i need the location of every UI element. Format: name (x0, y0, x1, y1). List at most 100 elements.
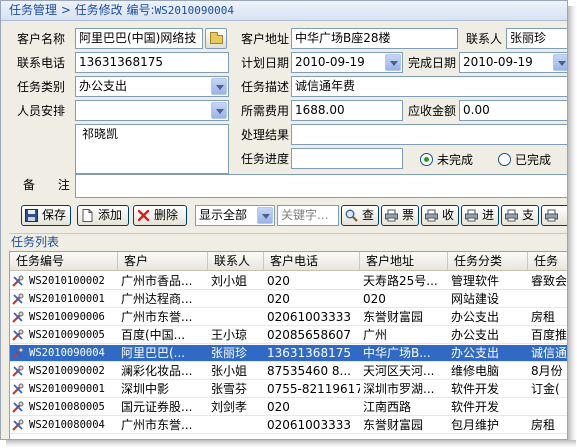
table-cell-addr: 东誉财富园 (363, 310, 424, 324)
col-header[interactable]: 任务分类 (448, 252, 528, 271)
table-row[interactable]: WS2010090001 深圳中影 张雪芬 0755-82119617 深圳市罗湖...… (10, 381, 567, 397)
table-cell-code: WS2010090001 (29, 383, 105, 395)
row-divider (10, 343, 567, 344)
save-button-label: 保存 (42, 208, 67, 222)
table-cell-task: 睿致会 (531, 274, 568, 288)
phone-field[interactable]: 13631368175 (75, 52, 229, 73)
chevron-down-icon[interactable] (553, 54, 567, 71)
receivable-field[interactable]: 0.00 (459, 100, 567, 121)
magnifier-icon (345, 209, 358, 222)
table-cell-contact: 张雪芬 (211, 382, 248, 396)
table-row[interactable]: WS2010090002 澜彩化妆品... 张小姐 87535460 8... 天河区天… (10, 363, 567, 379)
in-button-label: 进 (482, 208, 495, 222)
task-code: WS2010090004 (154, 4, 235, 17)
plan-date-picker[interactable]: 2010-09-19 (291, 52, 403, 73)
desc-field[interactable]: 诚信通年费 (291, 76, 567, 97)
table-cell-contact (208, 309, 264, 325)
remark-field[interactable] (75, 174, 567, 198)
staff-list-item[interactable]: 祁晓凯 (82, 127, 118, 141)
in-button[interactable]: 进 (461, 205, 499, 226)
staff-list[interactable]: 祁晓凯 (75, 124, 229, 174)
progress-field[interactable] (291, 148, 403, 169)
chevron-down-icon[interactable] (257, 207, 273, 224)
table-cell-cat: 维修电脑 (451, 364, 500, 378)
customer-address-field[interactable]: 中华广场B座28楼 (291, 28, 458, 49)
chevron-down-icon[interactable] (385, 54, 401, 71)
table-cell-customer: 国元证券股... (121, 400, 193, 414)
customer-name-field[interactable]: 阿里巴巴(中国)网络技 (75, 28, 203, 49)
incomplete-radio-label[interactable]: 未完成 (437, 152, 473, 168)
tools-icon (12, 365, 24, 377)
ticket-button[interactable]: 票 (381, 205, 419, 226)
table-row[interactable]: WS2010080005 国元证券股... 刘剑孝 020 江南西路 软件开发 (10, 399, 567, 415)
table-row[interactable]: WS2010100001 广州达程商... 020 020 网站建设 (10, 291, 567, 307)
delete-button[interactable]: 删除 (133, 205, 187, 226)
delete-button-label: 删除 (154, 208, 179, 222)
table-cell-tel: 020 (267, 292, 290, 306)
col-header[interactable]: 客户电话 (264, 252, 360, 271)
receive-button[interactable]: 收 (421, 205, 459, 226)
print-button[interactable] (541, 205, 567, 226)
chevron-down-icon[interactable] (211, 102, 227, 119)
row-divider (10, 433, 567, 434)
remark-label: 备 注 (23, 178, 70, 192)
cost-field[interactable]: 1688.00 (291, 100, 403, 121)
col-header[interactable]: 联系人 (208, 252, 264, 271)
complete-radio[interactable] (498, 153, 511, 166)
table-cell-tel: 020 (267, 274, 290, 288)
table-row[interactable]: WS2010090004 阿里巴巴(... 张丽珍 13631368175 中华广场B.… (10, 345, 568, 361)
table-cell-cat: 办公支出 (451, 310, 500, 324)
row-divider (10, 397, 567, 398)
table-cell-cat: 软件开发 (451, 382, 500, 396)
chevron-down-icon[interactable] (211, 78, 227, 95)
tools-icon (12, 419, 24, 431)
table-cell-addr: 东誉财富园 (363, 418, 424, 432)
table-cell-customer: 百度(中国... (121, 328, 186, 342)
table-row[interactable]: WS2010100002 广州市香品... 刘小姐 020 天寿路25号... 管理软件 睿… (10, 273, 568, 289)
add-button[interactable]: 添加 (77, 205, 129, 226)
category-select[interactable]: 办公支出 (75, 76, 229, 97)
row-divider (10, 289, 567, 290)
table-cell-code: WS2010090004 (29, 347, 105, 359)
result-field[interactable] (291, 124, 567, 145)
save-button[interactable]: 保存 (21, 205, 71, 226)
col-header[interactable]: 任务 (528, 252, 567, 271)
customer-name-label: 客户名称 (17, 32, 66, 46)
table-row[interactable]: WS2010090006 广州市东誉... 02061003333 东誉财富园 办公支出… (10, 309, 567, 325)
table-row[interactable]: WS2010080004 广州市东誉... 02061003333 东誉财富园 包月维护… (10, 417, 567, 433)
col-header[interactable]: 任务编号 (10, 252, 118, 271)
breadcrumb-text: 任务管理 > 任务修改 (9, 3, 123, 17)
table-cell-task: 8月份 (531, 364, 563, 378)
complete-radio-label[interactable]: 已完成 (515, 152, 551, 168)
contact-field[interactable]: 张丽珍 (506, 28, 567, 49)
table-cell-tel: 020 (267, 400, 290, 414)
table-cell-task: 百度推 (531, 328, 568, 342)
phone-label: 联系电话 (17, 56, 66, 70)
section-divider (9, 233, 567, 234)
contact-label: 联系人 (466, 32, 503, 46)
pay-button[interactable]: 支 (501, 205, 539, 226)
table-cell-code: WS2010090006 (29, 311, 105, 323)
table-cell-tel: 0755-82119617 (267, 382, 360, 396)
select-customer-button[interactable] (205, 28, 227, 49)
table-cell-code: WS2010100002 (29, 275, 105, 287)
table-cell-customer: 广州市东誉... (121, 310, 193, 324)
printer-icon (545, 209, 558, 222)
search-button[interactable]: 查 (341, 205, 379, 226)
task-table[interactable]: 任务编号 客户 联系人 客户电话 客户地址 任务分类 任务 WS20101000… (9, 251, 568, 439)
table-cell-addr: 江南西路 (363, 400, 412, 414)
code-label: 编号: (126, 3, 155, 17)
filter-select[interactable]: 显示全部 (195, 205, 275, 226)
done-date-picker[interactable]: 2010-09-19 (459, 52, 567, 73)
table-cell-contact (208, 417, 264, 433)
row-divider (10, 361, 567, 362)
staff-select[interactable] (75, 100, 229, 121)
table-row[interactable]: WS2010090005 百度(中国... 王小琼 02085658607 广州 办公支出… (10, 327, 568, 343)
table-cell-addr: 广州 (363, 328, 388, 342)
col-header[interactable]: 客户地址 (360, 252, 448, 271)
table-cell-task: 诚信通 (531, 346, 568, 360)
keyword-input[interactable]: 关键字... (277, 205, 339, 226)
done-date-value: 2010-09-19 (463, 55, 533, 69)
col-header[interactable]: 客户 (118, 252, 208, 271)
incomplete-radio[interactable] (420, 153, 433, 166)
